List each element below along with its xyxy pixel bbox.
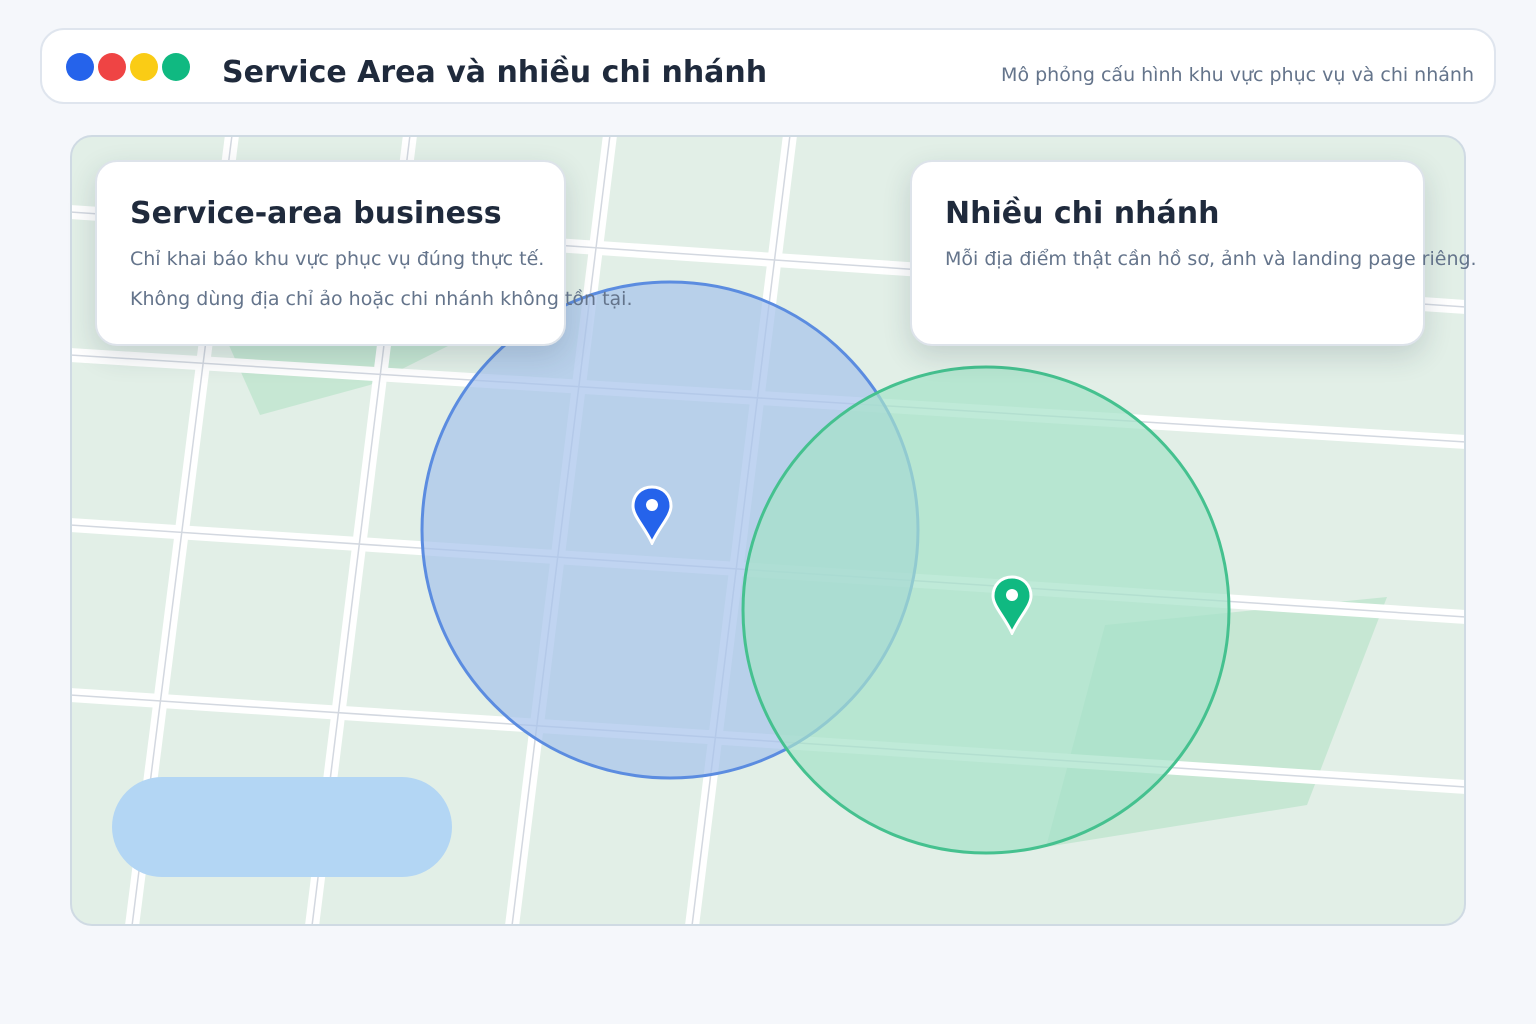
service-area-card-line: Chỉ khai báo khu vực phục vụ đúng thực t… [130, 248, 545, 270]
branch-area-radius [741, 365, 1231, 855]
map-control-pill[interactable] [112, 777, 452, 877]
window-dot-blue [66, 53, 94, 81]
map-pin-icon[interactable] [630, 485, 674, 545]
page-title: Service Area và nhiều chi nhánh [222, 55, 768, 90]
window-dot-yellow [130, 53, 158, 81]
service-area-card: Service-area business Chỉ khai báo khu v… [95, 160, 632, 346]
branches-card: Nhiều chi nhánh Mỗi địa điểm thật cần hồ… [910, 160, 1477, 346]
window-dot-red [98, 53, 126, 81]
window-dot-green [162, 53, 190, 81]
branches-card-line: Mỗi địa điểm thật cần hồ sơ, ảnh và land… [945, 248, 1477, 270]
app-header: Service Area và nhiều chi nhánh Mô phỏng… [40, 28, 1496, 104]
service-area-card-line: Không dùng địa chỉ ảo hoặc chi nhánh khô… [130, 288, 633, 310]
branches-card-title: Nhiều chi nhánh [945, 196, 1220, 231]
map-pin-icon[interactable] [990, 575, 1034, 635]
page-subtitle: Mô phỏng cấu hình khu vực phục vụ và chi… [1001, 64, 1474, 86]
service-area-card-title: Service-area business [130, 196, 502, 231]
